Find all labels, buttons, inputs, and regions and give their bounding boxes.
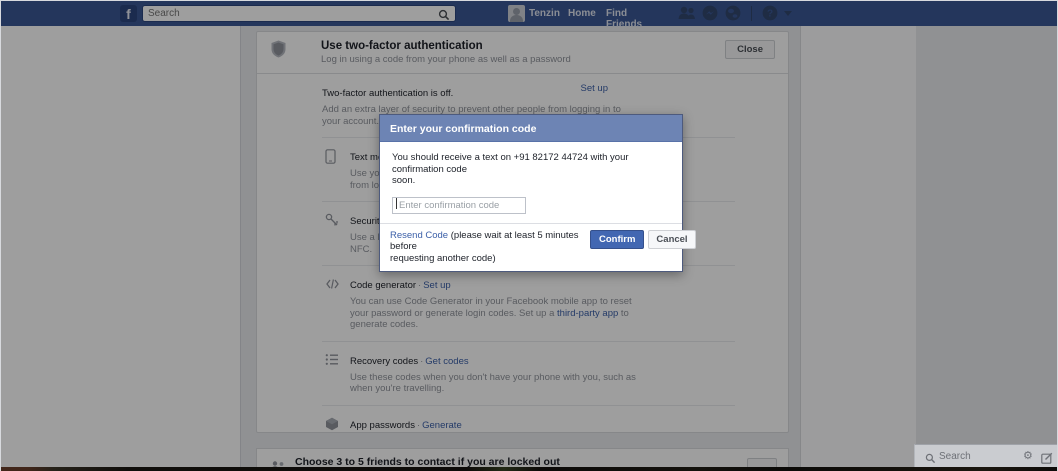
resend-note: Resend Code (please wait at least 5 minu… — [390, 230, 590, 265]
confirm-button[interactable]: Confirm — [590, 229, 645, 249]
chat-sidebar-search-bar: Search ⚙ — [914, 444, 1057, 467]
modal-message: You should receive a text on +91 82172 4… — [392, 152, 670, 187]
confirmation-code-input[interactable] — [392, 196, 526, 214]
modal-message-line2: soon. — [392, 175, 416, 186]
cancel-button[interactable]: Cancel — [648, 229, 696, 249]
modal-buttons: Confirm Cancel — [590, 229, 696, 265]
modal-message-line1: You should receive a text on +91 82172 4… — [392, 152, 629, 175]
modal-footer: Resend Code (please wait at least 5 minu… — [380, 222, 696, 272]
confirmation-code-modal: Enter your confirmation code You should … — [379, 114, 696, 272]
gear-icon[interactable]: ⚙ — [1023, 449, 1033, 462]
chat-search-input[interactable]: Search — [939, 451, 971, 462]
resend-note-line2: requesting another code) — [390, 252, 496, 264]
modal-title: Enter your confirmation code — [390, 123, 537, 135]
text-caret — [396, 197, 397, 209]
facebook-settings-page: f Tenzin Home Find Friends ? — [0, 0, 1058, 471]
cropped-photo-strip — [1, 467, 1057, 471]
code-input-wrap — [392, 195, 526, 214]
modal-header: Enter your confirmation code — [380, 115, 682, 142]
modal-body: You should receive a text on +91 82172 4… — [380, 142, 682, 223]
resend-code-link[interactable]: Resend Code — [390, 230, 448, 241]
